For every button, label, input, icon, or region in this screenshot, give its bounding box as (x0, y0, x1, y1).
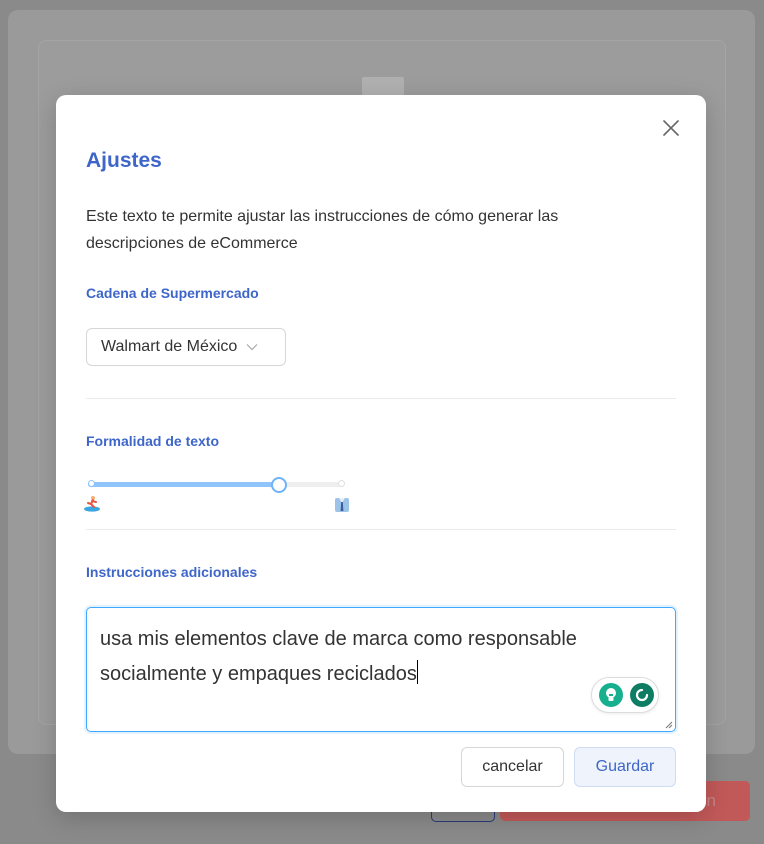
grammarly-icon[interactable] (629, 682, 655, 708)
lightbulb-icon[interactable] (598, 682, 624, 708)
text-cursor (416, 660, 418, 684)
slider-dot-min (88, 480, 95, 487)
background-primary-button-label: n (706, 791, 716, 810)
instructions-text: usa mis elementos clave de marca como re… (100, 628, 577, 685)
divider (86, 398, 676, 399)
slider-dot-max (338, 480, 345, 487)
writing-assistant-widget (591, 677, 659, 713)
divider (86, 529, 676, 530)
resize-handle-icon[interactable] (665, 721, 673, 729)
close-icon[interactable] (662, 119, 680, 137)
instructions-label: Instrucciones adicionales (86, 564, 258, 580)
slider-track (88, 482, 279, 487)
formal-suit-icon (335, 498, 349, 512)
settings-modal: Ajustes Este texto te permite ajustar la… (56, 95, 706, 812)
modal-description: Este texto te permite ajustar las instru… (86, 208, 559, 252)
supermarket-label: Cadena de Supermercado (86, 285, 259, 301)
formality-slider[interactable] (88, 477, 345, 493)
modal-title: Ajustes (86, 149, 162, 172)
cancel-button[interactable]: cancelar (461, 747, 564, 787)
supermarket-select[interactable]: Walmart de México (86, 328, 286, 366)
supermarket-select-value: Walmart de México (101, 338, 238, 355)
chevron-down-icon (246, 344, 258, 351)
instructions-textarea[interactable]: usa mis elementos clave de marca como re… (86, 607, 676, 732)
casual-surfer-icon (84, 496, 100, 512)
background-thumbnail (362, 77, 404, 97)
formality-label: Formalidad de texto (86, 433, 220, 449)
slider-handle[interactable] (271, 477, 287, 493)
save-button[interactable]: Guardar (574, 747, 676, 787)
